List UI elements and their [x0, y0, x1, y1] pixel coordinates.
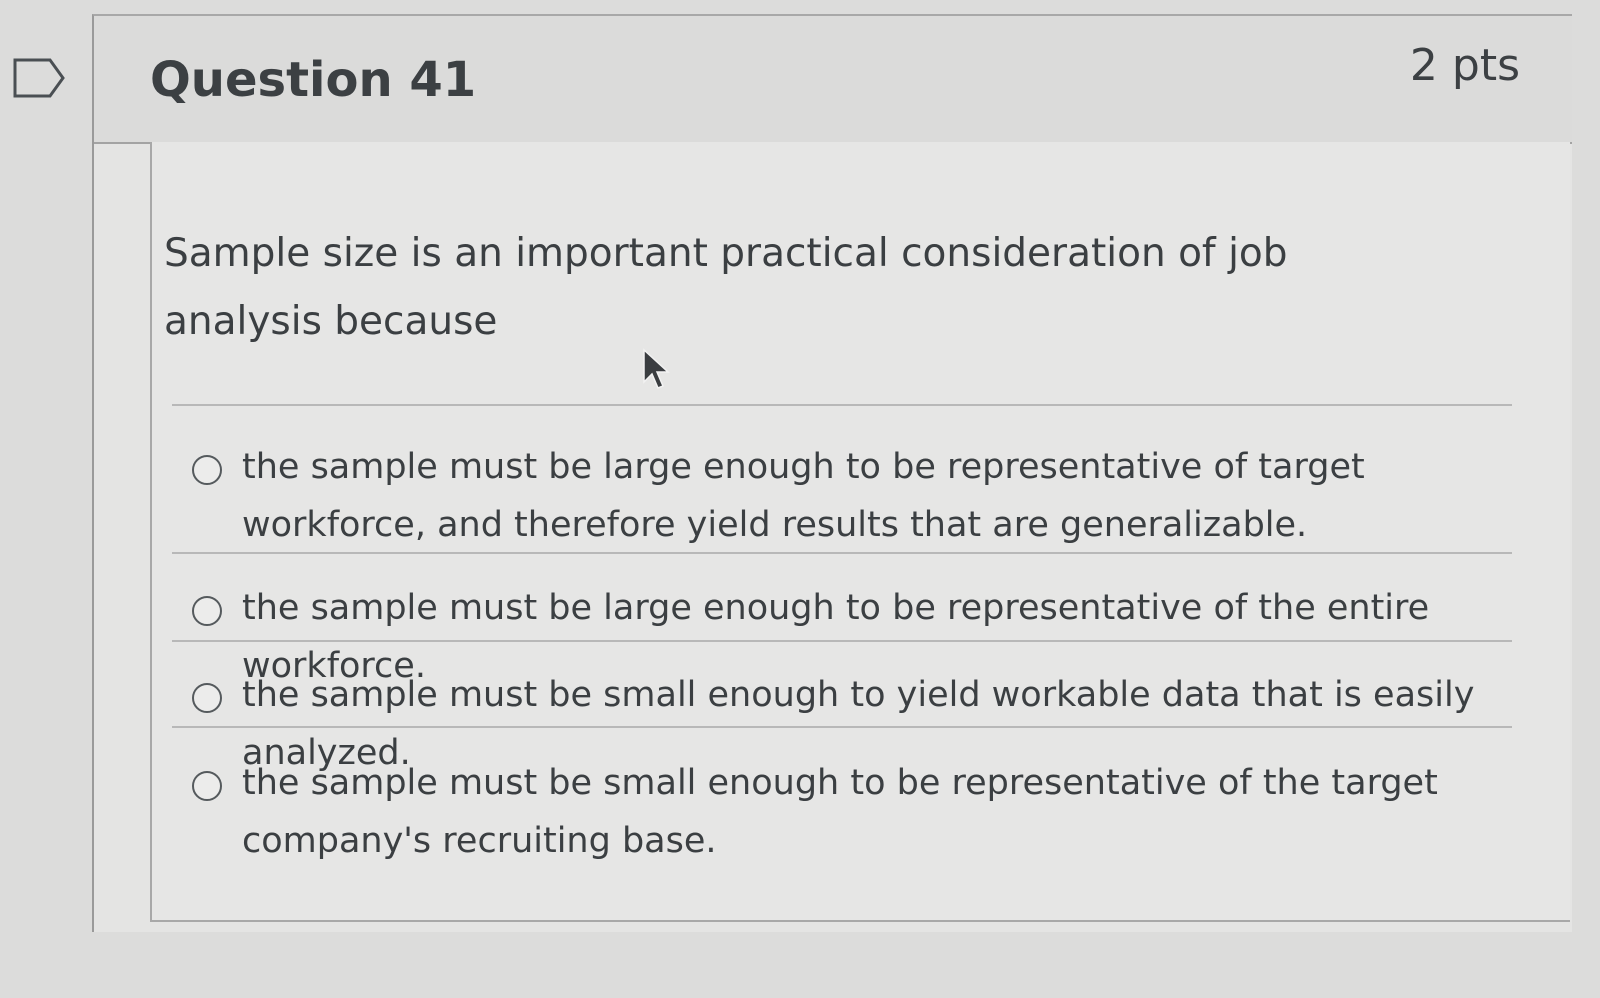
- flag-question-icon[interactable]: [12, 57, 66, 99]
- question-body: Sample size is an important practical co…: [150, 142, 1570, 922]
- question-points: 2 pts: [1409, 40, 1520, 91]
- radio-unchecked-icon[interactable]: [192, 683, 222, 713]
- mouse-pointer-icon: [643, 348, 670, 389]
- answer-divider: [172, 640, 1512, 642]
- answer-option-4[interactable]: the sample must be small enough to be re…: [192, 754, 1512, 870]
- answer-divider: [172, 552, 1512, 554]
- answer-option-label: the sample must be small enough to be re…: [242, 763, 1438, 861]
- answer-option-1[interactable]: the sample must be large enough to be re…: [192, 438, 1512, 554]
- radio-unchecked-icon[interactable]: [192, 455, 222, 485]
- question-header: Question 41 2 pts: [94, 16, 1572, 144]
- answer-divider: [172, 726, 1512, 728]
- question-answers-divider: [172, 404, 1512, 406]
- question-card: Question 41 2 pts Sample size is an impo…: [92, 14, 1572, 932]
- radio-unchecked-icon[interactable]: [192, 596, 222, 626]
- question-title: Question 41: [150, 52, 477, 108]
- question-text: Sample size is an important practical co…: [164, 231, 1288, 344]
- radio-unchecked-icon[interactable]: [192, 771, 222, 801]
- answer-option-label: the sample must be large enough to be re…: [242, 447, 1365, 545]
